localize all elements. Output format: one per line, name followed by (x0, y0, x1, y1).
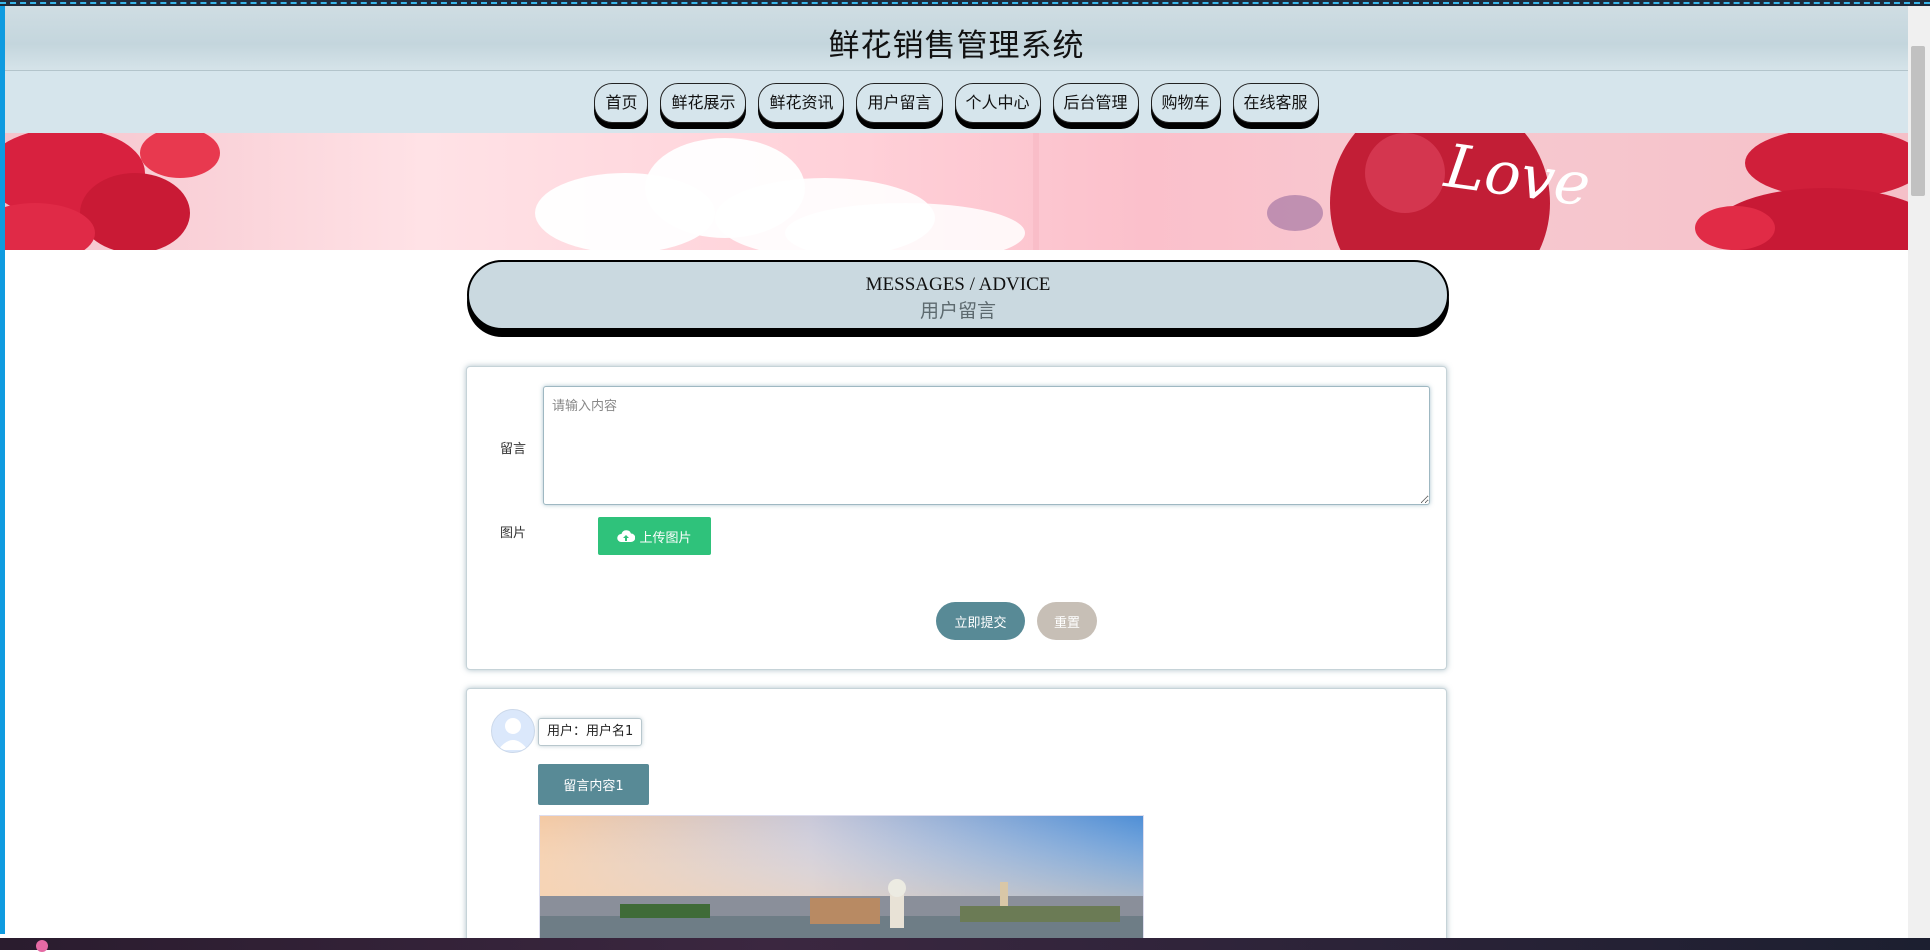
message-card: 用户：用户名1 留言内容1 (466, 688, 1447, 938)
cloud-upload-icon (617, 530, 636, 542)
submit-button[interactable]: 立即提交 (936, 602, 1025, 640)
user-avatar-icon (491, 709, 535, 753)
upload-image-label: 上传图片 (639, 530, 692, 546)
scrollbar-thumb[interactable] (1911, 46, 1925, 196)
nav-item-messages[interactable]: 用户留言 (856, 83, 943, 123)
banner-illustration (5, 133, 1908, 250)
message-content: 留言内容1 (538, 764, 649, 805)
image-label: 图片 (500, 526, 527, 541)
taskbar (0, 938, 1930, 952)
message-user: 用户：用户名1 (538, 718, 643, 746)
upload-image-button[interactable]: 上传图片 (598, 517, 711, 555)
page: 鲜花销售管理系统 首页 鲜花展示 鲜花资讯 用户留言 个人中心 后台管理 购物车… (5, 6, 1908, 938)
nav-item-home[interactable]: 首页 (594, 83, 649, 123)
message-form: 留言 图片 上传图片 立即提交 重置 (466, 366, 1447, 670)
nav-item-cart[interactable]: 购物车 (1150, 83, 1221, 123)
nav-item-support[interactable]: 在线客服 (1232, 83, 1319, 123)
avatar-figure (498, 718, 528, 750)
taskbar-app-icon[interactable] (36, 940, 48, 952)
section-title-en: MESSAGES / ADVICE (865, 274, 1051, 295)
section-title-cn: 用户留言 (919, 301, 996, 322)
main-nav: 首页 鲜花展示 鲜花资讯 用户留言 个人中心 后台管理 购物车 在线客服 (5, 71, 1908, 133)
message-label: 留言 (500, 442, 527, 457)
message-textarea[interactable] (543, 386, 1430, 505)
reset-button[interactable]: 重置 (1037, 602, 1097, 640)
section-heading: MESSAGES / ADVICE 用户留言 (467, 260, 1449, 330)
nav-item-flowers[interactable]: 鲜花展示 (660, 83, 747, 123)
city-landscape-image (540, 816, 1143, 938)
nav-item-news[interactable]: 鲜花资讯 (758, 83, 845, 123)
message-image (539, 815, 1144, 938)
site-header: 鲜花销售管理系统 (5, 6, 1908, 71)
banner-image: Love (5, 133, 1908, 250)
nav-item-profile[interactable]: 个人中心 (954, 83, 1041, 123)
nav-item-admin[interactable]: 后台管理 (1052, 83, 1139, 123)
site-title: 鲜花销售管理系统 (828, 28, 1085, 64)
nav-list: 首页 鲜花展示 鲜花资讯 用户留言 个人中心 后台管理 购物车 在线客服 (5, 83, 1908, 123)
